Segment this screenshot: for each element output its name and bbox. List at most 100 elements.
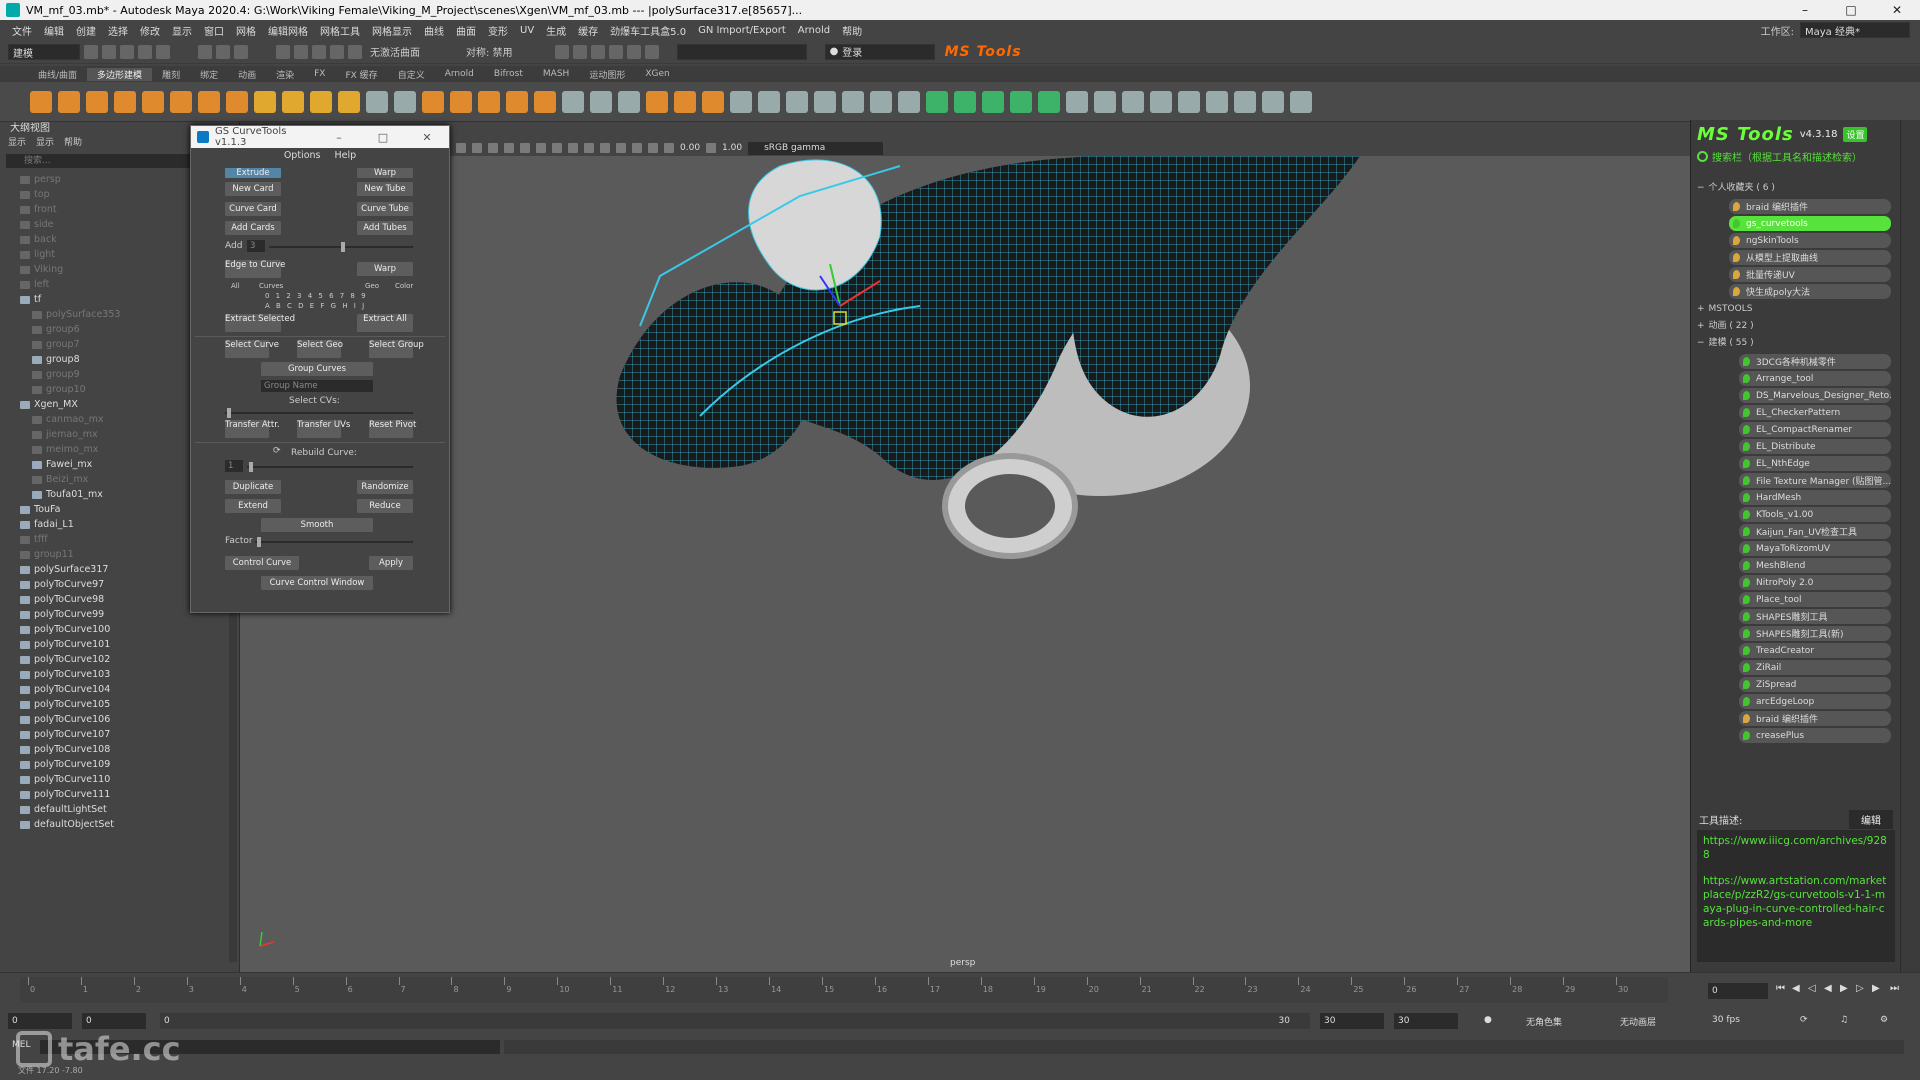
auto-key-icon[interactable]: ● <box>1484 1015 1492 1025</box>
menu-item[interactable]: 生成 <box>540 23 572 38</box>
smooth-shade-icon[interactable] <box>504 143 514 153</box>
anim-layer-dropdown[interactable]: 无动画层 <box>1620 1015 1656 1028</box>
warp-toggle[interactable]: Warp <box>357 168 413 178</box>
select-hierarchy-icon[interactable] <box>198 44 212 59</box>
xray-icon[interactable] <box>632 143 642 153</box>
character-set-dropdown[interactable]: 无角色集 <box>1526 1015 1562 1028</box>
mstools-search[interactable]: 搜索栏（根据工具名和描述检索） <box>1691 148 1900 164</box>
outliner-row[interactable]: polyToCurve110 <box>20 772 239 787</box>
gs-menu-options[interactable]: Options <box>284 148 321 164</box>
refresh-icon[interactable]: ⟳ <box>273 446 281 456</box>
close-icon[interactable]: ✕ <box>1874 0 1920 20</box>
step-back-key-icon[interactable]: ◀ <box>1792 983 1804 995</box>
layer-curves-tab[interactable]: Curves <box>259 282 283 290</box>
viewport-persp[interactable]: persp <box>240 156 1690 972</box>
redo-icon[interactable] <box>156 44 170 59</box>
shelf-tool-icon[interactable] <box>478 90 500 113</box>
group-curves-button[interactable]: Group Curves <box>261 362 373 376</box>
shelf-tool-icon[interactable] <box>758 90 780 113</box>
edit-button[interactable]: 编辑 <box>1849 809 1893 829</box>
shelf-tool-icon[interactable] <box>198 90 220 113</box>
tool-item[interactable]: gs_curvetools <box>1729 216 1891 231</box>
shelf-tab[interactable]: FX <box>304 69 335 79</box>
layer-all-tab[interactable]: All <box>231 282 240 290</box>
shelf-tab[interactable]: XGen <box>635 69 679 79</box>
render-icon[interactable] <box>572 44 587 59</box>
time-slider[interactable]: 0 1 2 3 4 5 6 7 8 9 10 11 12 13 14 15 16 17 18 19 20 21 22 23 24… <box>0 972 1920 1008</box>
shelf-tool-icon[interactable] <box>170 90 192 113</box>
range-bar[interactable]: 0 30 <box>160 1013 1310 1029</box>
menu-item[interactable]: 文件 <box>6 23 38 38</box>
rebuild-knob[interactable] <box>249 462 253 472</box>
outliner-row[interactable]: polyToCurve107 <box>20 727 239 742</box>
snap-surface-icon[interactable] <box>348 44 362 59</box>
new-tube-button[interactable]: New Tube <box>357 182 413 196</box>
randomize-button[interactable]: Randomize <box>357 480 413 494</box>
select-cvs-knob[interactable] <box>227 408 231 418</box>
playback-start-field[interactable]: 0 <box>82 1013 146 1029</box>
hypershade-icon[interactable] <box>626 44 641 59</box>
tool-item[interactable]: 从模型上提取曲线 <box>1729 250 1891 265</box>
outliner-row[interactable]: defaultLightSet <box>20 802 239 817</box>
layer-geo-tab[interactable]: Geo <box>365 282 379 290</box>
menu-item[interactable]: Arnold <box>792 25 836 36</box>
outliner-row[interactable]: polyToCurve101 <box>20 637 239 652</box>
minimize-icon[interactable]: – <box>1782 0 1828 20</box>
menu-set-dropdown[interactable]: 建模 <box>8 43 80 60</box>
layer-row-letters[interactable]: A B C D E F G H I J <box>265 302 366 310</box>
new-scene-icon[interactable] <box>84 44 98 59</box>
playback-end-field[interactable]: 30 <box>1320 1013 1384 1029</box>
menu-item[interactable]: 劲爆车工具盒5.0 <box>604 23 692 38</box>
ambient-occlusion-icon[interactable] <box>568 143 578 153</box>
add-count-slider[interactable] <box>269 242 413 252</box>
shelf-tool-icon[interactable] <box>338 90 360 113</box>
tool-item[interactable]: EL_Distribute <box>1739 439 1891 454</box>
menu-item[interactable]: 编辑网格 <box>262 23 314 38</box>
tool-item[interactable]: Kaijun_Fan_UV检查工具 <box>1739 524 1891 539</box>
shelf-tool-icon[interactable] <box>982 90 1004 113</box>
tool-item[interactable]: arcEdgeLoop <box>1739 694 1891 709</box>
shelf-tab[interactable]: 运动图形 <box>579 68 635 81</box>
shelf-tool-icon[interactable] <box>730 90 752 113</box>
preferences-icon[interactable]: ⚙ <box>1880 1015 1888 1025</box>
shelf-tool-icon[interactable] <box>618 90 640 113</box>
duplicate-button[interactable]: Duplicate <box>225 480 281 494</box>
tool-item[interactable]: DS_Marvelous_Designer_Reto... <box>1739 388 1891 403</box>
shelf-tab[interactable]: 多边形建模 <box>87 67 153 81</box>
tool-section-header[interactable]: + MSTOOLS <box>1695 301 1891 318</box>
login-button[interactable]: ● 登录 <box>824 43 935 60</box>
add-tubes-button[interactable]: Add Tubes <box>357 221 413 235</box>
anti-alias-icon[interactable] <box>600 143 610 153</box>
menu-item[interactable]: 变形 <box>482 23 514 38</box>
shelf-tool-icon[interactable] <box>954 90 976 113</box>
select-curve-button[interactable]: Select Curve <box>225 340 279 358</box>
shelf-tool-icon[interactable] <box>394 90 416 113</box>
outliner-row[interactable]: polyToCurve106 <box>20 712 239 727</box>
tool-section-header[interactable]: + 动画 ( 22 ) <box>1695 318 1891 335</box>
curve-tube-button[interactable]: Curve Tube <box>357 202 413 216</box>
menu-item[interactable]: 曲线 <box>418 23 450 38</box>
menu-item[interactable]: 网格显示 <box>366 23 418 38</box>
extrude-toggle[interactable]: Extrude <box>225 168 281 178</box>
outliner-row[interactable]: polyToCurve111 <box>20 787 239 802</box>
gamma-icon[interactable] <box>706 143 717 153</box>
shelf-tool-icon[interactable] <box>870 90 892 113</box>
exposure-value[interactable]: 0.00 <box>680 143 700 153</box>
rebuild-slider[interactable] <box>247 462 413 472</box>
exposure-icon[interactable] <box>664 143 674 153</box>
render-view-icon[interactable] <box>554 44 569 59</box>
tool-item[interactable]: HardMesh <box>1739 490 1891 505</box>
textured-icon[interactable] <box>520 143 530 153</box>
save-scene-icon[interactable] <box>120 44 134 59</box>
apply-button[interactable]: Apply <box>369 556 413 570</box>
wireframe-icon[interactable] <box>488 143 498 153</box>
mstools-settings-button[interactable]: 设置 <box>1843 126 1868 142</box>
factor-slider[interactable] <box>255 537 413 547</box>
menu-item[interactable]: 修改 <box>134 23 166 38</box>
tool-item[interactable]: TreadCreator <box>1739 643 1891 658</box>
snap-grid-icon[interactable] <box>276 44 290 59</box>
tool-item[interactable]: braid 编织插件 <box>1739 711 1891 726</box>
shelf-tool-icon[interactable] <box>1094 90 1116 113</box>
end-time-field[interactable]: 30 <box>1394 1013 1458 1029</box>
add-count-knob[interactable] <box>341 242 345 252</box>
